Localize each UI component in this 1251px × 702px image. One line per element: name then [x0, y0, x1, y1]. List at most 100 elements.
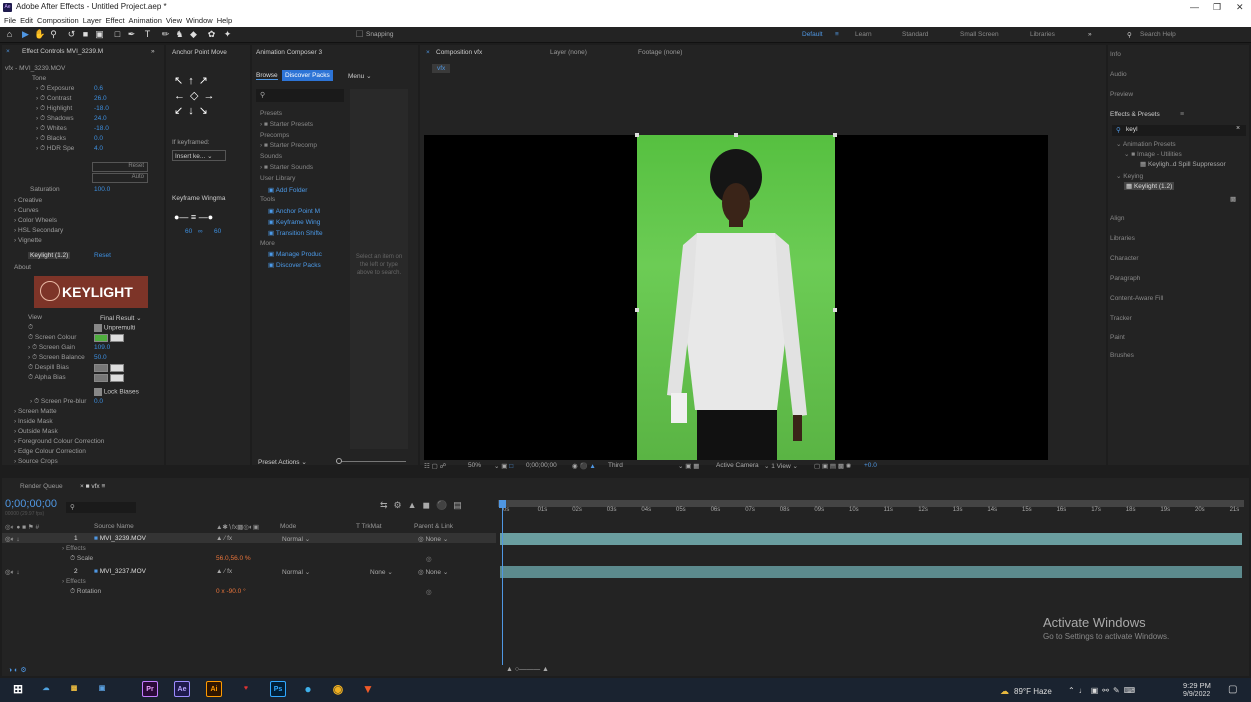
group-foreground-colour-correction[interactable]: › Foreground Colour Correction [14, 438, 104, 445]
panel-paragraph[interactable]: Paragraph [1110, 275, 1140, 282]
zoom-tool-icon[interactable]: ⚲ [48, 29, 59, 40]
param-screen-balance-value[interactable]: 50.0 [94, 354, 107, 361]
tree-keylight[interactable]: ▦ Keylight (1.2) [1124, 182, 1175, 190]
notifications-icon[interactable]: ▢ [1228, 684, 1237, 695]
group-hsl-secondary[interactable]: › HSL Secondary [14, 227, 63, 234]
group-edge-colour-correction[interactable]: › Edge Colour Correction [14, 448, 86, 455]
discover-packs-button[interactable]: Discover Packs [282, 70, 333, 81]
menu-composition[interactable]: Composition [37, 16, 79, 25]
workspace-small-screen[interactable]: Small Screen [960, 31, 999, 38]
playhead-handle[interactable] [499, 500, 506, 508]
clock-time[interactable]: 9:29 PM [1183, 681, 1211, 690]
brush-tool-icon[interactable]: ✏ [160, 29, 171, 40]
browse-tab[interactable]: Browse [256, 72, 278, 80]
group-inside-mask[interactable]: › Inside Mask [14, 418, 53, 425]
view-layout-dropdown[interactable]: ⌄ 1 View ⌄ [764, 462, 798, 470]
lock-biases-checkbox[interactable]: Lock Biases [94, 388, 139, 396]
view-dropdown[interactable]: Final Result ⌄ [100, 314, 142, 322]
zoom-dropdown[interactable]: 50% [468, 462, 481, 469]
panel-audio[interactable]: Audio [1110, 71, 1127, 78]
tree-image-utilities[interactable]: ⌄ ■ Image - Utilities [1124, 150, 1182, 158]
panel-tracker[interactable]: Tracker [1110, 315, 1132, 322]
grid-icon[interactable]: ⌄ ▣ □ [494, 462, 513, 470]
minimize-icon[interactable]: — [1190, 2, 1199, 12]
ease-in-value[interactable]: 60 [185, 228, 192, 235]
panel-align[interactable]: Align [1110, 215, 1124, 222]
camera-tool-icon[interactable]: ■ [80, 29, 91, 40]
new-folder-icon[interactable]: ▩ [1230, 195, 1236, 203]
comp-canvas[interactable] [424, 133, 1048, 460]
rectangle-tool-icon[interactable]: □ [112, 29, 123, 40]
media-encoder-icon[interactable]: ♥ [238, 681, 254, 697]
menu-animation[interactable]: Animation [129, 16, 162, 25]
tab-anchor-point[interactable]: Anchor Point Move [172, 49, 227, 56]
menu-layer[interactable]: Layer [83, 16, 102, 25]
region-icon[interactable]: ⌄ ▣ ▦ [678, 462, 699, 470]
menu-view[interactable]: View [166, 16, 182, 25]
composer-folder-starter-presets[interactable]: › ■ Starter Presets [260, 121, 313, 128]
tab-composition[interactable]: Composition vfx [436, 49, 482, 56]
layer-1-parent-dropdown[interactable]: ◎ None ⌄ [418, 535, 488, 543]
panel-brushes[interactable]: Brushes [1110, 352, 1134, 359]
tab-effect-controls[interactable]: Effect Controls MVI_3239.M [22, 48, 103, 55]
about-toggle[interactable]: About [14, 264, 31, 271]
edge-browser-icon[interactable]: ● [300, 681, 316, 697]
tone-blacks-value[interactable]: 0.0 [94, 135, 103, 142]
menu-window[interactable]: Window [186, 16, 213, 25]
easing-curve-icon[interactable]: ●— ≡ —● [174, 212, 213, 222]
brave-icon[interactable]: ▼ [360, 681, 376, 697]
weather-text[interactable]: 89°F Haze [1014, 687, 1052, 696]
workspace-libraries[interactable]: Libraries [1030, 31, 1055, 38]
tone-highlight-value[interactable]: -18.0 [94, 105, 109, 112]
panel-info[interactable]: Info [1110, 51, 1121, 58]
effects-menu-icon[interactable]: ≡ [1180, 111, 1184, 118]
layer-1-name[interactable]: ■ MVI_3239.MOV [94, 535, 194, 542]
anchor-grid[interactable]: ↖↑↗ ←◇→ ↙↓↘ [174, 74, 224, 119]
eraser-tool-icon[interactable]: ◆ [188, 29, 199, 40]
panel-paint[interactable]: Paint [1110, 334, 1125, 341]
saturation-value[interactable]: 100.0 [94, 186, 110, 193]
layer-2-track-bar[interactable] [500, 566, 1242, 578]
tone-contrast-value[interactable]: 26.0 [94, 95, 107, 102]
store-icon[interactable]: ▣ [94, 681, 110, 697]
workspace-standard[interactable]: Standard [902, 31, 928, 38]
current-time[interactable]: 0;00;00;00 [526, 462, 557, 469]
panel-close-icon[interactable]: × [6, 48, 10, 55]
effects-search-input[interactable]: ⚲ keyl × [1112, 125, 1246, 136]
menu-file[interactable]: File [4, 16, 16, 25]
workspace-menu-icon[interactable]: ≡ [835, 31, 839, 38]
tree-keying[interactable]: ⌄ Keying [1116, 172, 1143, 180]
clock-date[interactable]: 9/9/2022 [1183, 691, 1210, 698]
maximize-icon[interactable]: ❐ [1213, 2, 1221, 13]
pan-behind-tool-icon[interactable]: ▣ [94, 29, 105, 40]
param-alpha-bias-swatch[interactable] [94, 374, 124, 382]
preset-actions-dropdown[interactable]: Preset Actions ⌄ [258, 458, 307, 466]
after-effects-icon[interactable]: Ae [174, 681, 190, 697]
layer-2-mode-dropdown[interactable]: Normal ⌄ [282, 568, 352, 576]
timeline-zoom-slider[interactable]: ▲ ○——— ▲ [506, 666, 549, 673]
link-icon[interactable]: ∞ [198, 228, 203, 235]
tab-animation-composer[interactable]: Animation Composer 3 [256, 49, 322, 56]
file-explorer-icon[interactable]: ▩ [66, 681, 82, 697]
ease-out-value[interactable]: 60 [214, 228, 221, 235]
workspace-learn[interactable]: Learn [855, 31, 872, 38]
panel-effects-presets[interactable]: Effects & Presets [1110, 111, 1160, 118]
composer-folder-starter-sounds[interactable]: › ■ Starter Sounds [260, 164, 313, 171]
composer-search-input[interactable]: ⚲ [256, 89, 344, 102]
stamp-tool-icon[interactable]: ♞ [174, 29, 185, 40]
layer-1-expression-icon[interactable]: ◎ [426, 555, 446, 563]
group-curves[interactable]: › Curves [14, 207, 39, 214]
snapshot-icon[interactable]: ◉ ⚫ ▲ [572, 462, 596, 470]
more-workspaces-icon[interactable]: » [1088, 31, 1092, 38]
tone-hdr-spe-value[interactable]: 4.0 [94, 145, 103, 152]
layer-2-name[interactable]: ■ MVI_3237.MOV [94, 568, 194, 575]
playhead[interactable] [502, 500, 503, 665]
tab-timeline-vfx[interactable]: × ■ vfx ≡ [80, 483, 105, 490]
unpremultiply-checkbox[interactable]: Unpremulti [94, 324, 135, 332]
edge-icon[interactable]: ☁ [38, 681, 54, 697]
keylight-reset-link[interactable]: Reset [94, 252, 111, 259]
comp-options-icon[interactable]: ▢ ▣ ▤ ▩ ✺ [814, 462, 851, 470]
stopwatch-icon[interactable]: ⏱ [28, 324, 33, 332]
roto-brush-tool-icon[interactable]: ✿ [206, 29, 217, 40]
composer-item-anchor-point-m[interactable]: ▣ Anchor Point M [268, 207, 320, 215]
